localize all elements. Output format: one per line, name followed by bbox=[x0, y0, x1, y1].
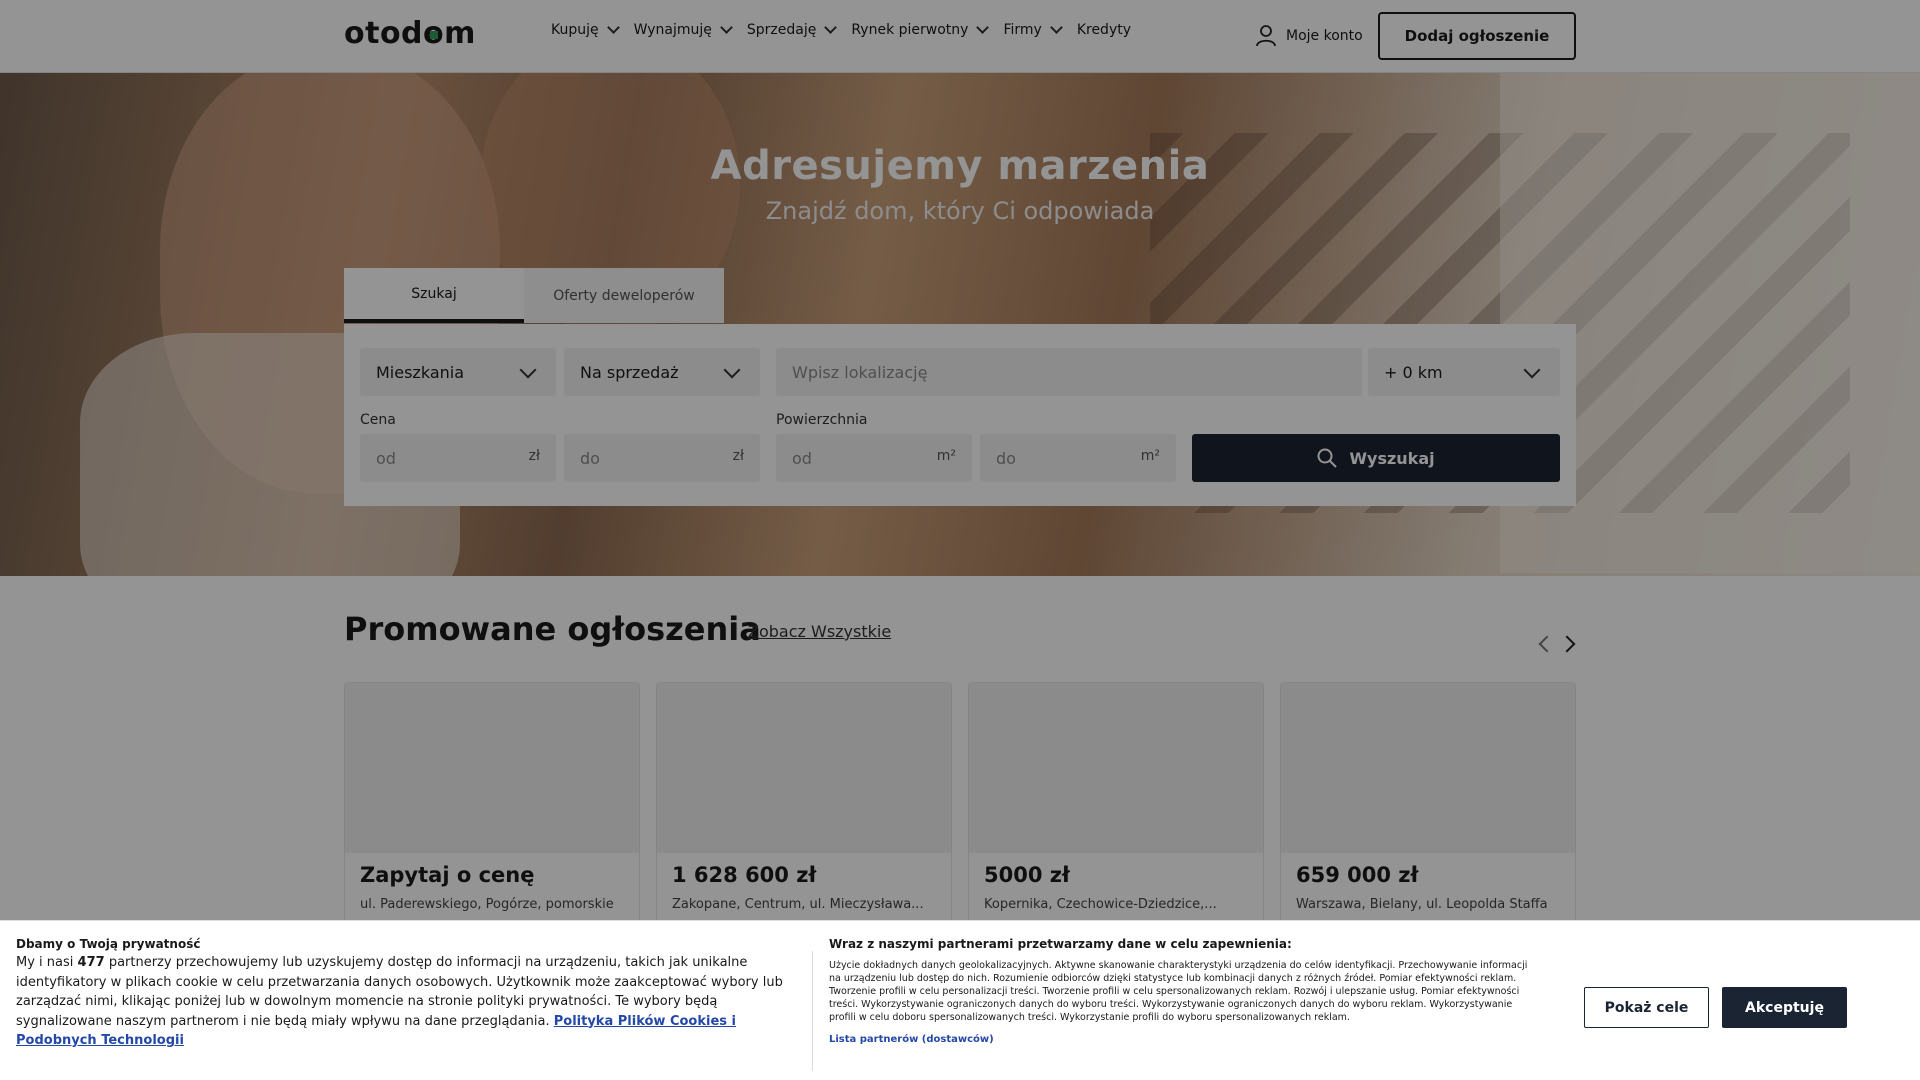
accept-button[interactable]: Akceptuję bbox=[1722, 987, 1847, 1028]
purposes-body: Użycie dokładnych danych geolokalizacyjn… bbox=[829, 960, 1528, 1023]
cookie-purposes: Wraz z naszymi partnerami przetwarzamy d… bbox=[829, 937, 1529, 1045]
show-purposes-button[interactable]: Pokaż cele bbox=[1584, 987, 1709, 1028]
cookie-heading: Dbamy o Twoją prywatność bbox=[16, 937, 201, 951]
modal-overlay bbox=[0, 0, 1920, 1080]
cookie-body: My i nasi 477 partnerzy przechowujemy lu… bbox=[16, 953, 796, 1051]
purposes-heading: Wraz z naszymi partnerami przetwarzamy d… bbox=[829, 937, 1292, 951]
partners-list-link[interactable]: Lista partnerów (dostawców) bbox=[829, 1034, 1529, 1045]
divider bbox=[812, 951, 813, 1071]
cookie-body-pre: My i nasi bbox=[16, 955, 74, 970]
partners-count: 477 bbox=[77, 955, 105, 970]
cookie-intro: Dbamy o Twoją prywatność My i nasi 477 p… bbox=[16, 937, 796, 1051]
cookie-consent-bar: Dbamy o Twoją prywatność My i nasi 477 p… bbox=[0, 920, 1920, 1080]
